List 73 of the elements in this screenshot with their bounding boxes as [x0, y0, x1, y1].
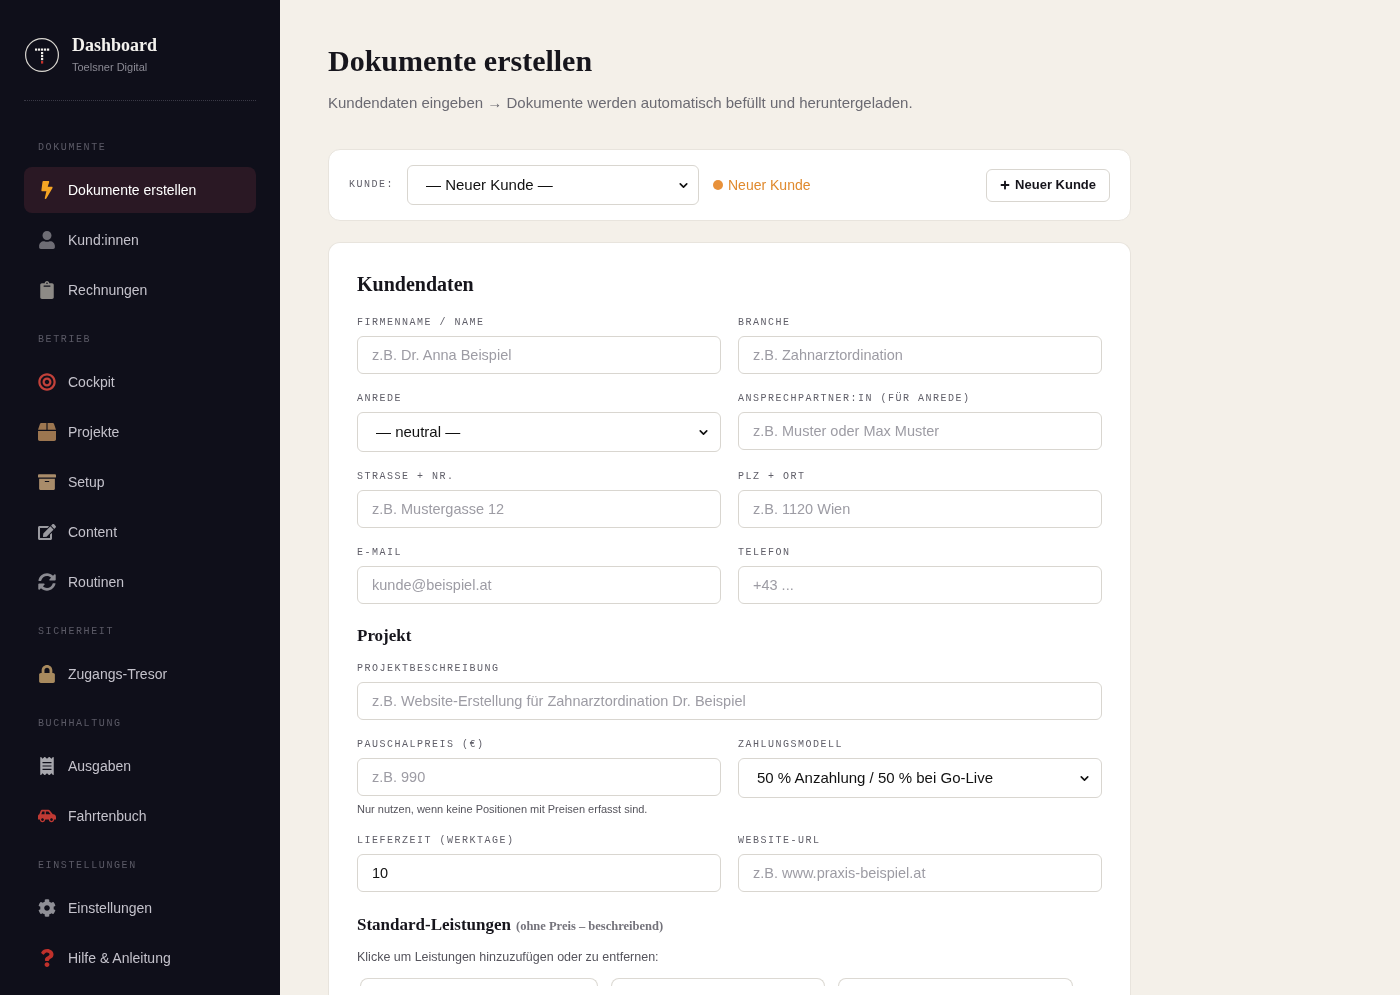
edit-icon: [38, 523, 56, 541]
field-label: ANREDE: [357, 393, 403, 405]
input-field[interactable]: kunde@beispiel.at: [357, 566, 721, 604]
input-field[interactable]: 10: [357, 854, 721, 892]
input-field[interactable]: +43 ...: [738, 566, 1102, 604]
nav-item[interactable]: Routinen: [24, 559, 256, 605]
field-label: ZAHLUNGSMODELL: [738, 739, 844, 751]
lock-icon: [38, 665, 56, 683]
field-label: LIEFERZEIT (WERKTAGE): [357, 835, 516, 847]
input-field[interactable]: z.B. Muster oder Max Muster: [738, 412, 1102, 450]
nav-item[interactable]: Setup: [24, 459, 256, 505]
page-subtitle: Kundendaten eingeben → Dokumente werden automatisch befüllt und heruntergeladen.: [328, 93, 914, 113]
customer-dropdown[interactable]: — Neuer Kunde —: [407, 165, 699, 205]
dropdown-field[interactable]: 50 % Anzahlung / 50 % bei Go-Live: [738, 758, 1102, 798]
nav-section-heading: DOKUMENTE: [37, 141, 108, 155]
target-icon: [38, 373, 56, 391]
dropdown-field[interactable]: — neutral —: [357, 412, 721, 452]
nav-item[interactable]: Projekte: [24, 409, 256, 455]
section-note: (ohne Preis – beschreibend): [516, 918, 664, 934]
status-label: Neuer Kunde: [728, 176, 811, 194]
field-label: ANSPRECHPARTNER:IN (FÜR ANREDE): [738, 393, 972, 405]
brand-subtitle: Toelsner Digital: [72, 60, 149, 74]
field-label: WEBSITE-URL: [738, 835, 822, 847]
brand-title: Dashboard: [72, 35, 158, 55]
input-field[interactable]: z.B. 1120 Wien: [738, 490, 1102, 528]
new-customer-button[interactable]: Neuer Kunde: [986, 168, 1110, 202]
car-icon: [38, 807, 56, 825]
input-field[interactable]: z.B. Mustergasse 12: [357, 490, 721, 528]
nav-item[interactable]: Ausgaben: [24, 743, 256, 789]
field-label: TELEFON: [738, 547, 792, 559]
field-label: PROJEKTBESCHREIBUNG: [357, 663, 501, 675]
input-field[interactable]: z.B. Zahnarztordination: [738, 336, 1102, 374]
field-label: FIRMENNAME / NAME: [357, 317, 486, 329]
field-label: PAUSCHALPREIS (€): [357, 739, 486, 751]
sync-icon: [38, 573, 56, 591]
clipboard-icon: [38, 281, 56, 299]
nav-item[interactable]: Rechnungen: [24, 267, 256, 313]
nav-item[interactable]: Kund:innen: [24, 217, 256, 263]
page-title: Dokumente erstellen: [328, 43, 594, 79]
section-title: Projekt: [357, 626, 413, 646]
input-field[interactable]: z.B. 990: [357, 758, 721, 796]
input-field[interactable]: z.B. Website-Erstellung für Zahnarztordination Dr. Beispiel: [357, 682, 1102, 720]
field-label: BRANCHE: [738, 317, 792, 329]
input-field[interactable]: z.B. www.praxis-beispiel.at: [738, 854, 1102, 892]
nav-item[interactable]: Hilfe & Anleitung: [24, 935, 256, 981]
nav-item[interactable]: Cockpit: [24, 359, 256, 405]
section-title: Standard-Leistungen: [357, 915, 511, 935]
field-hint: Nur nutzen, wenn keine Positionen mit Preisen erfasst sind.: [357, 802, 649, 816]
nav-section-heading: BUCHHALTUNG: [37, 717, 123, 731]
logo-icon: [25, 37, 59, 72]
section-title: Kundendaten: [357, 272, 475, 296]
receipt-icon: [38, 757, 56, 775]
nav-item[interactable]: Einstellungen: [24, 885, 256, 931]
nav-item[interactable]: Dokumente erstellen: [24, 167, 256, 213]
nav-section-heading: BETRIEB: [37, 333, 93, 347]
nav-item[interactable]: Fahrtenbuch: [24, 793, 256, 839]
nav-item[interactable]: Zugangs-Tresor: [24, 651, 256, 697]
plus-icon: [1000, 180, 1011, 190]
field-label: STRASSE + NR.: [357, 471, 456, 483]
services-hint: Klicke um Leistungen hinzuzufügen oder zu entfernen:: [357, 949, 660, 965]
user-icon: [38, 231, 56, 249]
bolt-icon: [38, 181, 56, 199]
settings-icon: [38, 899, 56, 917]
input-field[interactable]: z.B. Dr. Anna Beispiel: [357, 336, 721, 374]
customer-label: KUNDE:: [349, 179, 393, 191]
nav-section-heading: SICHERHEIT: [37, 625, 115, 639]
nav-item[interactable]: Content: [24, 509, 256, 555]
field-label: E-MAIL: [357, 547, 403, 559]
archive-icon: [38, 473, 56, 491]
question-mark-icon: [38, 949, 56, 967]
box-icon: [38, 423, 56, 441]
nav-section-heading: EINSTELLUNGEN: [37, 859, 138, 873]
field-label: PLZ + ORT: [738, 471, 807, 483]
